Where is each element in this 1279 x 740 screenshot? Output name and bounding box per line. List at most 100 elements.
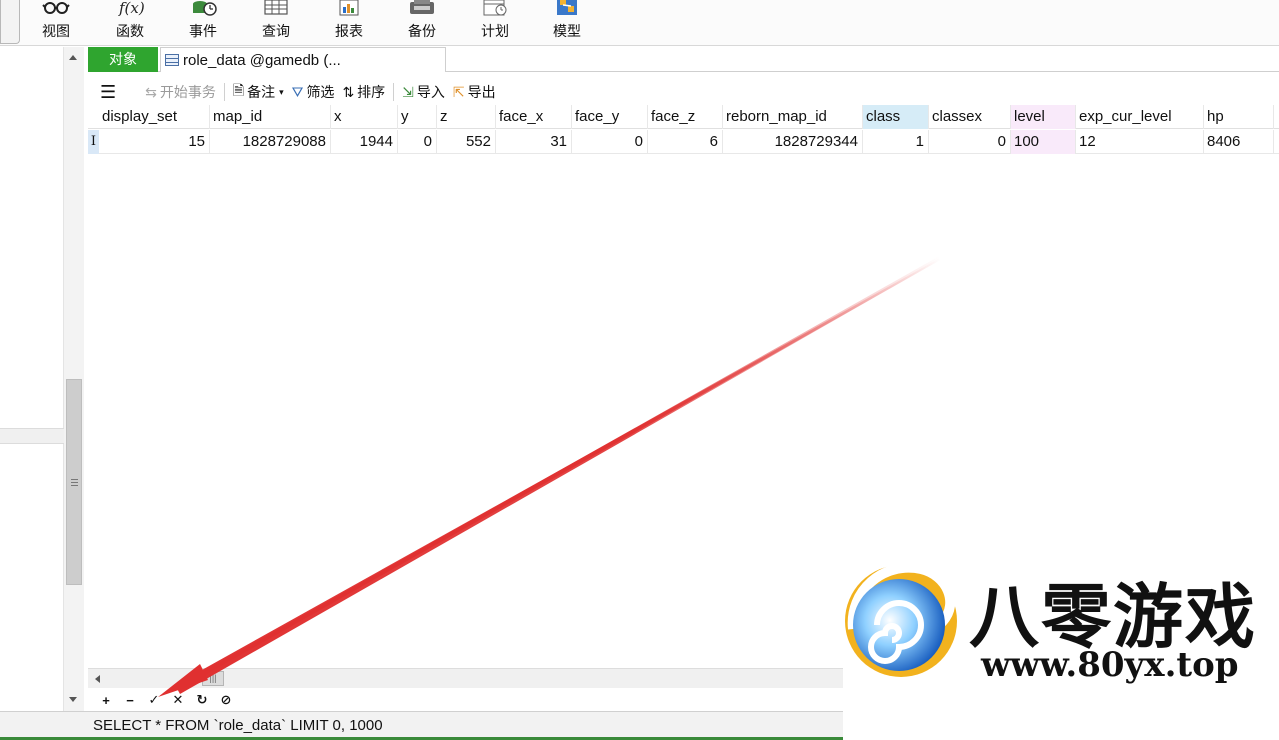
- column-header-x[interactable]: x: [331, 105, 398, 129]
- delete-record-button[interactable]: −: [118, 693, 142, 708]
- column-header-face-y[interactable]: face_y: [572, 105, 648, 129]
- transaction-icon: ⇆: [145, 83, 157, 100]
- scroll-down-icon[interactable]: [69, 697, 77, 702]
- column-header-face-x[interactable]: face_x: [496, 105, 572, 129]
- stop-button[interactable]: ⊘: [214, 692, 238, 708]
- table-cell-exp-cur-level[interactable]: 12: [1076, 130, 1204, 154]
- column-header-map-id[interactable]: map_id: [210, 105, 331, 129]
- column-header-reborn-map-id[interactable]: reborn_map_id: [723, 105, 863, 129]
- table-cell-face-y[interactable]: 0: [572, 130, 648, 154]
- column-header-z[interactable]: z: [437, 105, 496, 129]
- vertical-scroll-thumb[interactable]: [66, 379, 82, 585]
- table-row[interactable]: I 15 1828729088 1944 0 552 31 0 6 1828729344 1 0 10…: [88, 130, 1279, 154]
- memo-button[interactable]: 🗎 备注 ▾: [233, 80, 284, 104]
- menu-button[interactable]: ☰: [100, 82, 116, 103]
- ribbon-report-label: 报表: [335, 23, 363, 39]
- ribbon-schedule-button[interactable]: 计划: [475, 0, 515, 46]
- column-header-hp[interactable]: hp: [1204, 105, 1274, 129]
- ribbon-view-button[interactable]: 视图: [36, 0, 76, 46]
- tab-role-data-label: role_data @gamedb (...: [183, 51, 341, 69]
- table-cell-reborn-map-id[interactable]: 1828729344: [723, 130, 863, 154]
- ribbon-event-button[interactable]: 事件: [183, 0, 223, 46]
- import-label: 导入: [416, 84, 445, 100]
- table-cell-class[interactable]: 1: [863, 130, 929, 154]
- export-button[interactable]: ⇱ 导出: [453, 82, 496, 102]
- query-grid-icon: [264, 0, 288, 15]
- add-record-button[interactable]: +: [94, 693, 118, 708]
- dropdown-arrow-icon[interactable]: ▾: [279, 87, 284, 98]
- column-header-class[interactable]: class: [863, 105, 929, 129]
- backup-icon: [410, 0, 434, 14]
- memo-label: 备注: [247, 84, 276, 100]
- row-indicator[interactable]: I: [88, 130, 99, 154]
- apply-changes-button[interactable]: ✓: [142, 692, 166, 708]
- filter-icon: ⛛: [291, 83, 304, 100]
- column-header-overflow[interactable]: [1274, 105, 1279, 129]
- memo-icon: 🗎: [232, 82, 245, 98]
- ribbon-prev-button[interactable]: [0, 0, 20, 44]
- discard-changes-button[interactable]: ✕: [166, 692, 190, 708]
- table-cell-hp[interactable]: 8406: [1204, 130, 1274, 154]
- filter-button[interactable]: ⛛ 筛选: [292, 82, 335, 102]
- table-cell-level[interactable]: 100: [1011, 130, 1076, 154]
- ribbon-view-label: 视图: [42, 23, 70, 39]
- watermark-logo-icon: [845, 562, 957, 677]
- watermark-url: www.80yx.top: [981, 645, 1239, 685]
- grid-header: display_set map_id x y z face_x face_y face_z re…: [88, 105, 1279, 129]
- toolbar-separator: [393, 83, 395, 101]
- ribbon-backup-label: 备份: [408, 23, 436, 39]
- glasses-icon: [42, 2, 70, 14]
- table-cell-classex[interactable]: 0: [929, 130, 1011, 154]
- column-header-classex[interactable]: classex: [929, 105, 1011, 129]
- ribbon-function-button[interactable]: f(x) 函数: [110, 0, 150, 46]
- table-cell-x[interactable]: 1944: [331, 130, 398, 154]
- column-header-level[interactable]: level: [1011, 105, 1076, 129]
- scroll-left-icon[interactable]: [95, 675, 100, 683]
- watermark: 八零游戏 www.80yx.top: [843, 545, 1279, 740]
- ribbon-event-label: 事件: [189, 23, 217, 39]
- tab-bar: 对象 role_data @gamedb (...: [88, 47, 1279, 72]
- horizontal-scrollbar[interactable]: |||: [88, 668, 843, 688]
- hamburger-icon: ☰: [100, 81, 117, 102]
- refresh-button[interactable]: ↻: [190, 692, 214, 708]
- ribbon-model-label: 模型: [553, 23, 581, 39]
- app-window: 视图 f(x) 函数 事件 查询 报表 备份 计划 模型 对象 role_dat…: [0, 0, 1279, 740]
- sort-button[interactable]: ⇅ 排序: [342, 82, 385, 102]
- export-label: 导出: [467, 84, 496, 100]
- data-toolbar: ☰ ⇆ 开始事务 🗎 备注 ▾ ⛛ 筛选 ⇅ 排序 ⇲ 导入 ⇱ 导出: [88, 79, 1279, 105]
- ribbon-report-button[interactable]: 报表: [329, 0, 369, 46]
- sort-label: 排序: [357, 84, 386, 100]
- begin-transaction-button[interactable]: ⇆ 开始事务: [145, 82, 216, 102]
- vertical-scrollbar[interactable]: [64, 47, 84, 712]
- event-clock-icon: [193, 1, 217, 16]
- function-glyph: f(x): [118, 0, 145, 17]
- toolbar-separator: [223, 83, 225, 101]
- table-cell-display-set[interactable]: 15: [99, 130, 210, 154]
- panel-splitter[interactable]: [0, 428, 64, 444]
- table-cell-y[interactable]: 0: [398, 130, 437, 154]
- column-header-display-set[interactable]: display_set: [99, 105, 210, 129]
- table-icon: [165, 54, 179, 66]
- begin-transaction-label: 开始事务: [159, 84, 216, 100]
- ribbon-query-button[interactable]: 查询: [256, 0, 296, 46]
- main-ribbon: 视图 f(x) 函数 事件 查询 报表 备份 计划 模型: [0, 0, 1279, 46]
- column-header-exp-cur-level[interactable]: exp_cur_level: [1076, 105, 1204, 129]
- table-cell-face-x[interactable]: 31: [496, 130, 572, 154]
- table-cell-z[interactable]: 552: [437, 130, 496, 154]
- tab-objects[interactable]: 对象: [88, 47, 158, 72]
- table-cell-face-z[interactable]: 6: [648, 130, 723, 154]
- column-header-y[interactable]: y: [398, 105, 437, 129]
- column-header-face-z[interactable]: face_z: [648, 105, 723, 129]
- table-cell-map-id[interactable]: 1828729088: [210, 130, 331, 154]
- horizontal-scroll-thumb[interactable]: |||: [202, 671, 224, 686]
- export-icon: ⇱: [452, 83, 465, 100]
- sql-statement: SELECT * FROM `role_data` LIMIT 0, 1000: [93, 717, 383, 734]
- ribbon-model-button[interactable]: 模型: [547, 0, 587, 46]
- import-button[interactable]: ⇲ 导入: [402, 82, 445, 102]
- tab-role-data[interactable]: role_data @gamedb (...: [160, 47, 446, 72]
- scroll-up-icon[interactable]: [69, 55, 77, 60]
- sort-icon: ⇅: [342, 83, 355, 100]
- ribbon-query-label: 查询: [262, 23, 290, 39]
- object-tree-panel[interactable]: [0, 47, 64, 712]
- ribbon-backup-button[interactable]: 备份: [402, 0, 442, 46]
